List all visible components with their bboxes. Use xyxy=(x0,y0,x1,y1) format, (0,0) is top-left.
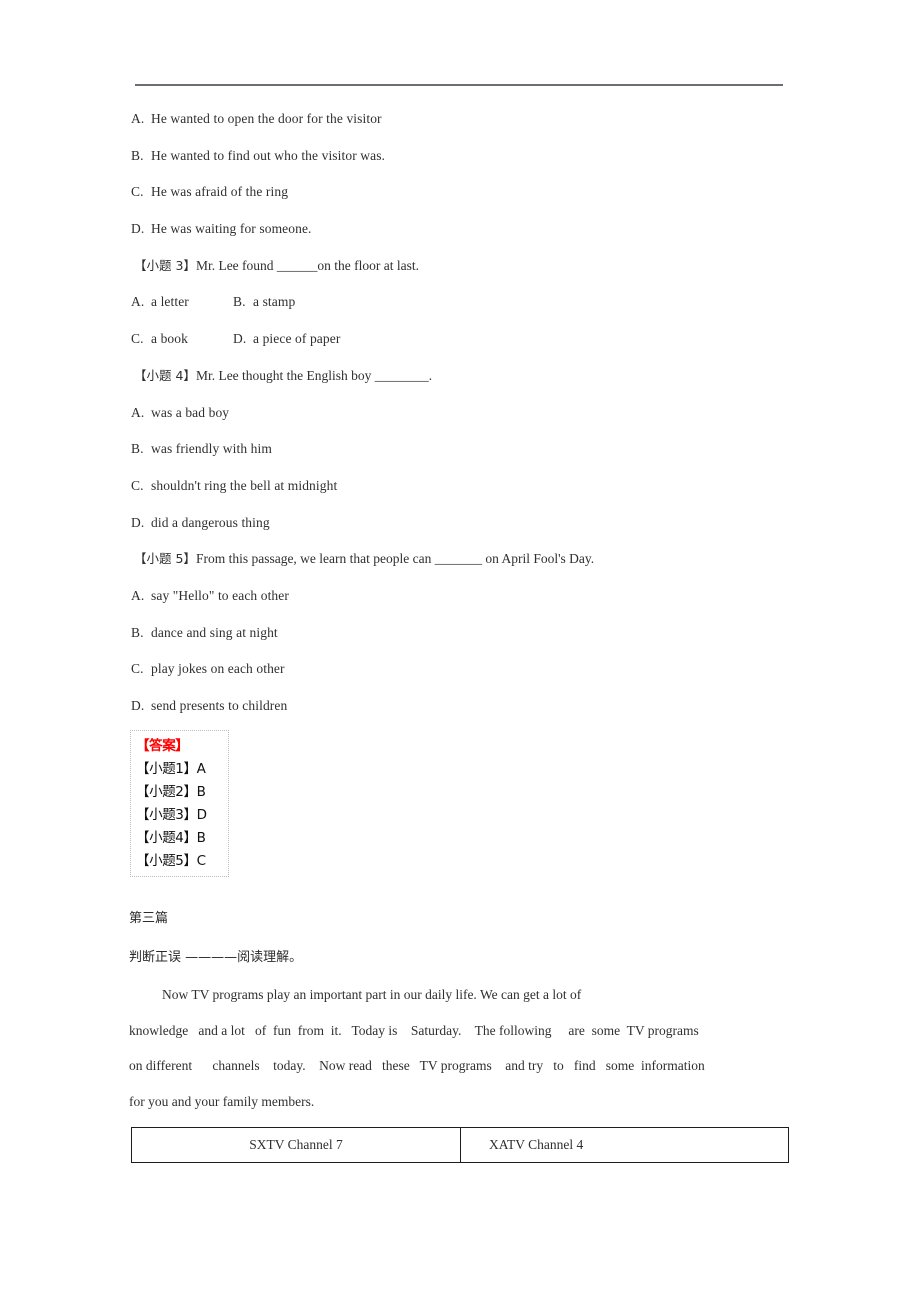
passage-line: knowledge and a lot of fun from it. Toda… xyxy=(129,1022,699,1038)
question-3-stem: 【小题 3】Mr. Lee found ______on the floor a… xyxy=(131,259,811,273)
option-text: say "Hello" to each other xyxy=(151,587,289,603)
answer-key-box: 【答案】 【小题1】A 【小题2】B 【小题3】D 【小题4】B 【小题5】C xyxy=(130,730,229,877)
question-3-text: Mr. Lee found ______on the floor at last… xyxy=(195,257,420,273)
option-text: send presents to children xyxy=(151,698,288,713)
question-5-text: From this passage, we learn that people … xyxy=(195,551,595,567)
option-letter: B. xyxy=(131,441,144,457)
option-letter: D. xyxy=(233,331,247,347)
option-row: C. He was afraid of the ring xyxy=(131,185,811,199)
option-text: did a dangerous thing xyxy=(151,514,270,530)
option-letter: B. xyxy=(131,147,144,163)
option-text: play jokes on each other xyxy=(151,661,285,677)
option-text: He wanted to open the door for the visit… xyxy=(151,111,382,126)
option-letter: A. xyxy=(131,294,145,310)
passage-line: on different channels today. Now read th… xyxy=(129,1058,705,1073)
question-5-label: 【小题 5】 xyxy=(134,551,196,567)
question-5-stem: 【小题 5】From this passage, we learn that p… xyxy=(131,552,811,566)
reading-passage: Now TV programs play an important part i… xyxy=(129,988,809,1108)
answer-key-row: 【小题3】D xyxy=(136,807,207,823)
answer-key-title: 【答案】 xyxy=(136,738,189,754)
option-letter: B. xyxy=(131,624,144,640)
question-4-stem: 【小题 4】Mr. Lee thought the English boy __… xyxy=(131,369,811,383)
option-letter: C. xyxy=(131,661,144,677)
option-letter: C. xyxy=(131,331,144,347)
option-row: B. He wanted to find out who the visitor … xyxy=(131,147,811,163)
option-letter: A. xyxy=(131,587,145,603)
table-cell-sxtv: SXTV Channel 7 xyxy=(132,1128,461,1162)
question-4-text: Mr. Lee thought the English boy ________… xyxy=(195,367,433,383)
option-text: dance and sing at night xyxy=(151,624,278,640)
answer-key-row: 【小题1】A xyxy=(136,761,206,777)
option-row: C. a book D. a piece of paper xyxy=(131,332,811,346)
option-letter: A. xyxy=(131,111,145,126)
option-row: A. say "Hello" to each other xyxy=(131,589,811,603)
option-row: D. He was waiting for someone. xyxy=(131,222,811,236)
option-row: A. He wanted to open the door for the vis… xyxy=(131,112,811,126)
question-3-label: 【小题 3】 xyxy=(134,257,196,273)
option-letter: A. xyxy=(131,404,145,420)
answer-key-row: 【小题4】B xyxy=(136,830,206,846)
option-letter: C. xyxy=(131,477,144,493)
answer-key-row: 【小题2】B xyxy=(136,784,206,800)
passage-line: for you and your family members. xyxy=(129,1093,315,1109)
option-letter: D. xyxy=(131,698,145,713)
option-text: He was waiting for someone. xyxy=(151,221,312,237)
option-text: He wanted to find out who the visitor wa… xyxy=(151,147,386,163)
section-three: 第三篇 判断正误 ————阅读理解。 Now TV programs play … xyxy=(129,912,809,1130)
option-letter: C. xyxy=(131,184,144,200)
option-text: a piece of paper xyxy=(253,331,341,347)
option-text: He was afraid of the ring xyxy=(151,184,289,200)
option-row: C. play jokes on each other xyxy=(131,662,811,676)
option-text: shouldn't ring the bell at midnight xyxy=(151,477,338,493)
option-text: a stamp xyxy=(253,294,296,310)
option-text: a letter xyxy=(151,294,189,310)
document-page: A. He wanted to open the door for the vis… xyxy=(0,0,920,1303)
option-letter: D. xyxy=(131,514,145,530)
passage-line: Now TV programs play an important part i… xyxy=(162,987,582,1002)
question-4-label: 【小题 4】 xyxy=(134,367,196,383)
horizontal-rule xyxy=(135,84,783,86)
option-row: B. dance and sing at night xyxy=(131,624,811,640)
option-row: A. a letter B. a stamp xyxy=(131,295,811,309)
option-letter: B. xyxy=(233,294,246,310)
questions-content: A. He wanted to open the door for the vis… xyxy=(131,112,811,736)
option-text: was a bad boy xyxy=(151,404,230,420)
option-letter: D. xyxy=(131,221,145,237)
option-row: C. shouldn't ring the bell at midnight xyxy=(131,479,811,493)
option-row: D. send presents to children xyxy=(131,699,811,713)
option-row: D. did a dangerous thing xyxy=(131,514,811,530)
section-three-subtitle: 判断正误 ————阅读理解。 xyxy=(129,950,303,965)
option-row: A. was a bad boy xyxy=(131,404,811,420)
tv-programs-table: SXTV Channel 7 XATV Channel 4 xyxy=(131,1127,789,1163)
answer-key-row: 【小题5】C xyxy=(136,853,206,869)
option-row: B. was friendly with him xyxy=(131,442,811,456)
section-three-title: 第三篇 xyxy=(129,911,169,926)
option-text: a book xyxy=(151,331,188,347)
option-text: was friendly with him xyxy=(151,441,272,457)
table-cell-xatv: XATV Channel 4 xyxy=(489,1137,584,1152)
